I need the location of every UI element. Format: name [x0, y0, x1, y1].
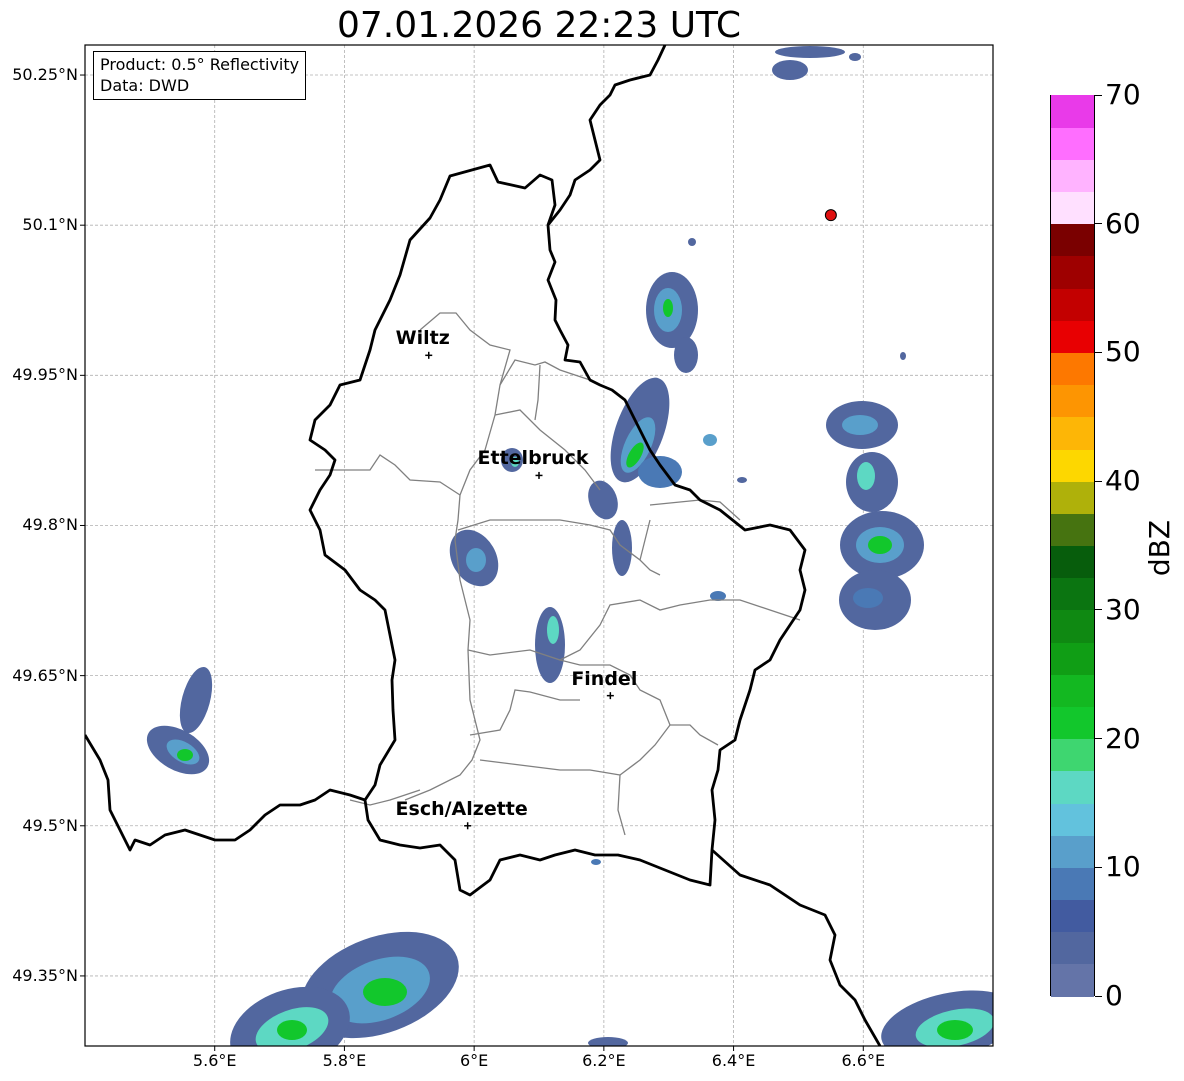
colorbar-segment	[1051, 609, 1094, 643]
city-label: Wiltz	[395, 327, 450, 350]
city-marker	[606, 692, 614, 700]
colorbar-tick-label: 20	[1105, 721, 1141, 755]
radar-echoes	[146, 46, 993, 1046]
echo-cluster-southwest	[230, 931, 628, 1046]
city-marker	[425, 351, 433, 359]
colorbar-tick	[1095, 94, 1102, 96]
colorbar-segment	[1051, 255, 1094, 289]
product-line: Product: 0.5° Reflectivity	[100, 55, 300, 74]
colorbar-tick-label: 50	[1105, 335, 1141, 369]
colorbar-tick	[1095, 738, 1102, 740]
lon-tick-label: 6°E	[459, 1051, 489, 1070]
city-label: Ettelbruck	[477, 447, 589, 470]
lat-tick-label: 50.25°N	[12, 65, 78, 85]
echo-cluster-southeast	[881, 990, 993, 1046]
colorbar-segment	[1051, 706, 1094, 740]
data-source-line: Data: DWD	[100, 76, 190, 95]
colorbar-segment	[1051, 481, 1094, 514]
colorbar-segment	[1051, 159, 1094, 193]
radar-map	[80, 44, 994, 1051]
city-marker	[464, 822, 472, 830]
colorbar-segment	[1051, 931, 1094, 965]
colorbar-segment	[1051, 802, 1094, 836]
colorbar-tick-label: 40	[1105, 464, 1141, 498]
colorbar-segment	[1051, 642, 1094, 675]
lat-tick-label: 49.5°N	[22, 815, 78, 835]
colorbar-segment	[1051, 416, 1094, 450]
lat-tick-label: 49.8°N	[22, 515, 78, 535]
colorbar-tick-label: 70	[1105, 78, 1141, 111]
colorbar-tick	[1095, 995, 1102, 997]
colorbar-segment	[1051, 545, 1094, 579]
colorbar-tick-label: 60	[1105, 206, 1141, 240]
city-marker	[535, 471, 543, 479]
colorbar-segment	[1051, 320, 1094, 354]
colorbar-segment	[1051, 963, 1094, 997]
city-label: Esch/Alzette	[395, 797, 528, 820]
colorbar-tick-label: 10	[1105, 850, 1141, 884]
lat-tick-label: 49.35°N	[12, 965, 78, 985]
colorbar-segment	[1051, 867, 1094, 901]
colorbar-segment	[1051, 223, 1094, 257]
colorbar-segment	[1051, 835, 1094, 868]
lat-tick-label: 49.65°N	[12, 665, 78, 685]
lat-tick-label: 50.1°N	[22, 215, 78, 235]
colorbar-segment	[1051, 674, 1094, 707]
colorbar-segment	[1051, 770, 1094, 804]
colorbar-tick	[1095, 351, 1102, 353]
colorbar-tick	[1095, 480, 1102, 482]
radar-site-marker	[824, 209, 837, 222]
colorbar-segment	[1051, 127, 1094, 160]
lon-tick-label: 6.2°E	[582, 1051, 626, 1070]
colorbar-segment	[1051, 352, 1094, 386]
colorbar-tick-label: 0	[1105, 979, 1123, 1012]
colorbar-tick	[1095, 609, 1102, 611]
canton-borders	[315, 312, 801, 836]
city-markers	[425, 351, 614, 830]
lat-tick-label: 49.95°N	[12, 365, 78, 385]
colorbar-segment	[1051, 95, 1094, 128]
colorbar-segment	[1051, 577, 1094, 611]
lon-tick-label: 6.6°E	[841, 1051, 886, 1070]
colorbar-unit-label: dBZ	[1143, 519, 1176, 577]
colorbar-tick-label: 30	[1105, 592, 1141, 626]
colorbar-tick	[1095, 866, 1102, 868]
colorbar-segment	[1051, 288, 1094, 321]
echo-cell-west	[146, 666, 213, 775]
product-info-box: Product: 0.5° Reflectivity Data: DWD	[93, 51, 307, 100]
city-label: Findel	[571, 667, 638, 690]
lon-tick-label: 6.4°E	[711, 1051, 756, 1070]
colorbar	[1050, 95, 1095, 997]
echo-band-east	[826, 401, 924, 630]
colorbar-segment	[1051, 384, 1094, 418]
colorbar-tick	[1095, 223, 1102, 225]
colorbar-segment	[1051, 513, 1094, 547]
lon-tick-label: 5.8°E	[322, 1051, 367, 1070]
colorbar-segment	[1051, 738, 1094, 772]
colorbar-segment	[1051, 191, 1094, 225]
colorbar-segment	[1051, 899, 1094, 933]
colorbar-segment	[1051, 448, 1094, 482]
lon-tick-label: 5.6°E	[192, 1051, 237, 1070]
